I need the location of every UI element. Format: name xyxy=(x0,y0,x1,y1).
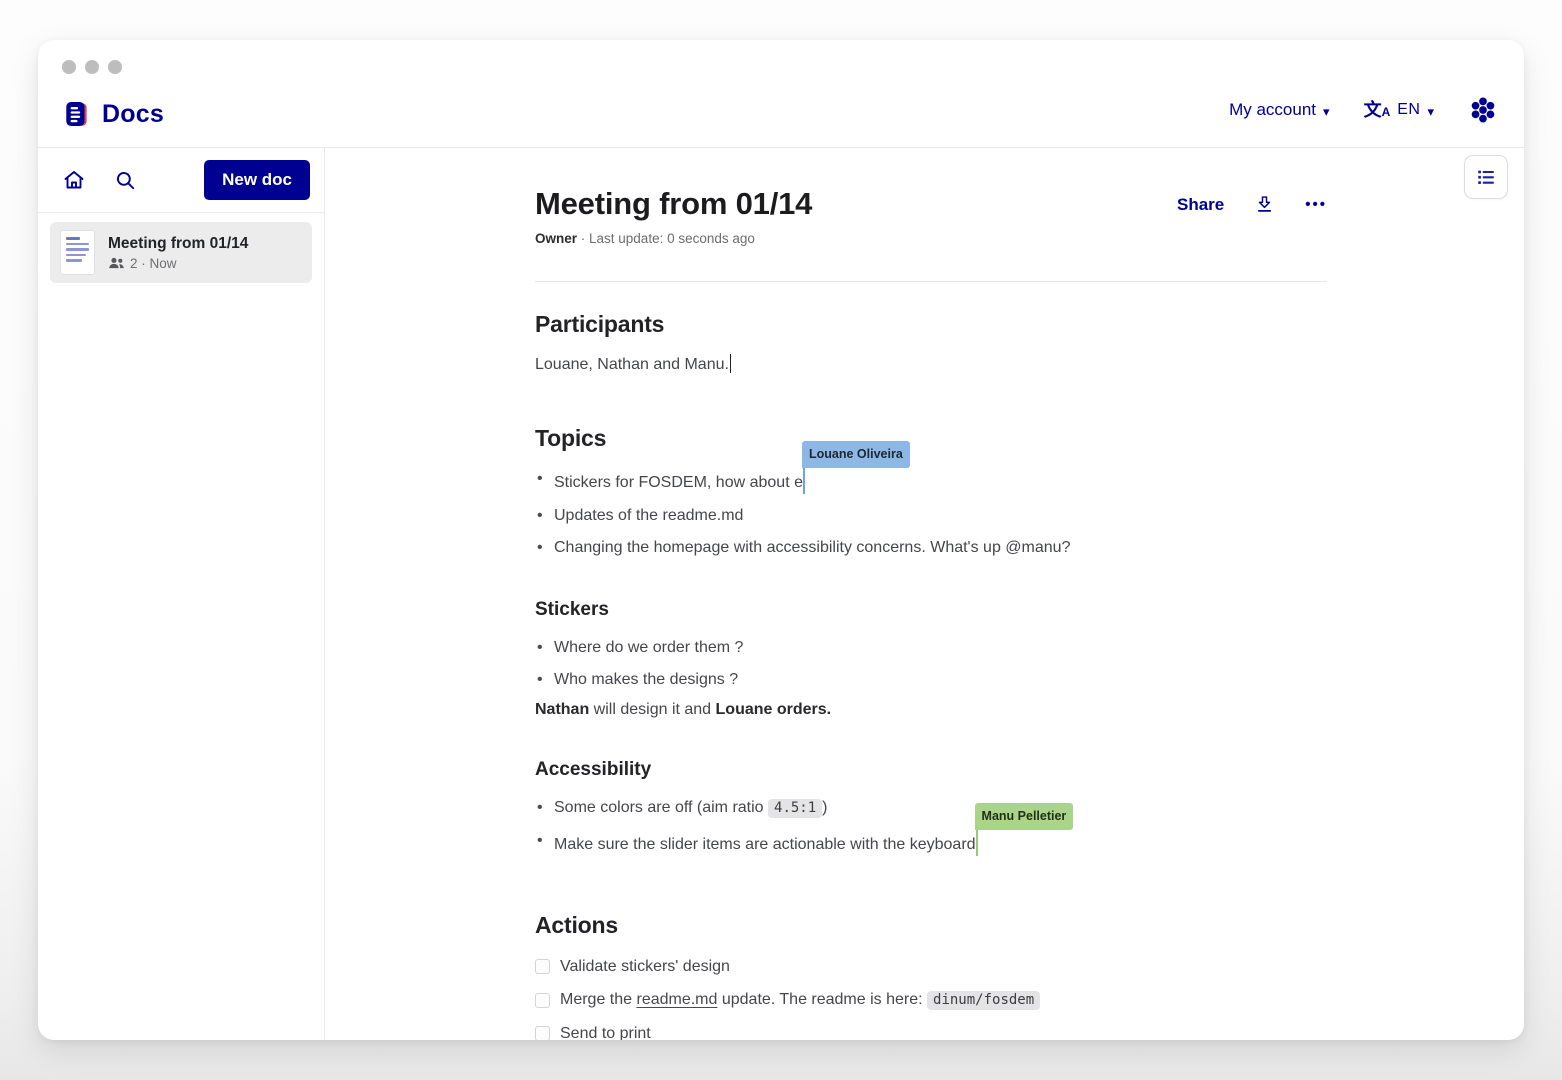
checkbox-unchecked[interactable] xyxy=(535,993,550,1008)
search-icon xyxy=(114,169,137,192)
stickers-note[interactable]: Nathan will design it and Louane orders. xyxy=(535,701,1327,719)
sidebar: New doc Meeting from 01/14 xyxy=(38,148,325,1040)
section-heading-stickers: Stickers xyxy=(535,599,1327,621)
app-logo[interactable]: Docs xyxy=(62,99,164,147)
traffic-dot xyxy=(85,60,99,74)
language-selector[interactable]: 文A EN ▾ xyxy=(1364,101,1434,119)
chevron-down-icon: ▾ xyxy=(1323,105,1330,118)
list-item[interactable]: Changing the homepage with accessibility… xyxy=(535,537,1327,558)
download-icon xyxy=(1254,194,1275,215)
docs-logo-icon xyxy=(62,99,92,129)
collab-cursor-louane: Louane Oliveira xyxy=(803,468,806,494)
readme-link[interactable]: readme.md xyxy=(636,991,717,1008)
header-divider xyxy=(535,281,1327,282)
doc-list-item[interactable]: Meeting from 01/14 2 · Now xyxy=(50,222,312,283)
app-header: Docs My account ▾ 文A EN ▾ xyxy=(38,40,1524,148)
list-item[interactable]: Make sure the slider items are actionabl… xyxy=(535,830,1327,856)
table-of-contents-button[interactable] xyxy=(1464,155,1508,199)
doc-item-meta: 2 · Now xyxy=(130,256,177,271)
my-account-label: My account xyxy=(1229,100,1316,120)
participants-text[interactable]: Louane, Nathan and Manu. xyxy=(535,354,1327,375)
waffle-icon xyxy=(1468,95,1498,125)
people-icon xyxy=(108,256,125,270)
collab-cursor-label: Louane Oliveira xyxy=(802,441,910,468)
inline-code: dinum/fosdem xyxy=(927,991,1040,1010)
list-item[interactable]: Where do we order them ? xyxy=(535,637,1327,658)
list-item[interactable]: Some colors are off (aim ratio 4.5:1) xyxy=(535,797,1327,819)
editor-main: Meeting from 01/14 Share ••• Owner xyxy=(325,148,1524,1040)
collab-cursor-manu: Manu Pelletier xyxy=(976,830,979,856)
traffic-dot xyxy=(108,60,122,74)
download-button[interactable] xyxy=(1254,194,1275,215)
section-heading-participants: Participants xyxy=(535,311,1327,338)
actions-checklist: Validate stickers' design Merge the read… xyxy=(535,956,1327,1040)
traffic-dot xyxy=(62,60,76,74)
doc-list: Meeting from 01/14 2 · Now xyxy=(38,213,324,292)
text-caret xyxy=(730,354,732,373)
doc-meta-line: Owner · Last update: 0 seconds ago xyxy=(535,231,1327,246)
share-button[interactable]: Share xyxy=(1177,195,1224,215)
search-button[interactable] xyxy=(114,169,137,192)
window-traffic-dots xyxy=(62,60,122,74)
checkbox-unchecked[interactable] xyxy=(535,1026,550,1040)
checklist-item: Validate stickers' design xyxy=(535,956,1327,977)
accessibility-list: Some colors are off (aim ratio 4.5:1) Ma… xyxy=(535,797,1327,856)
stickers-list: Where do we order them ? Who makes the d… xyxy=(535,637,1327,690)
checklist-item: Merge the readme.md update. The readme i… xyxy=(535,989,1327,1011)
doc-item-title: Meeting from 01/14 xyxy=(108,235,248,252)
checklist-label[interactable]: Merge the readme.md update. The readme i… xyxy=(560,989,1040,1011)
checkbox-unchecked[interactable] xyxy=(535,959,550,974)
more-options-button[interactable]: ••• xyxy=(1305,196,1327,213)
section-heading-actions: Actions xyxy=(535,912,1327,939)
topics-list: Stickers for FOSDEM, how about eLouane O… xyxy=(535,468,1327,558)
list-item[interactable]: Stickers for FOSDEM, how about eLouane O… xyxy=(535,468,1327,494)
new-doc-button[interactable]: New doc xyxy=(204,160,310,200)
list-item[interactable]: Who makes the designs ? xyxy=(535,669,1327,690)
checklist-label[interactable]: Send to print xyxy=(560,1023,651,1040)
app-window: Docs My account ▾ 文A EN ▾ xyxy=(38,40,1524,1040)
chevron-down-icon: ▾ xyxy=(1427,105,1434,118)
section-heading-topics: Topics xyxy=(535,425,1327,452)
home-button[interactable] xyxy=(62,168,86,192)
list-item[interactable]: Updates of the readme.md xyxy=(535,505,1327,526)
document-editor[interactable]: Meeting from 01/14 Share ••• Owner xyxy=(535,148,1327,1040)
language-code: EN xyxy=(1397,101,1420,119)
inline-code: 4.5:1 xyxy=(768,799,822,818)
my-account-menu[interactable]: My account ▾ xyxy=(1229,100,1329,120)
section-heading-accessibility: Accessibility xyxy=(535,759,1327,781)
list-icon xyxy=(1475,166,1497,188)
checklist-item: Send to print xyxy=(535,1023,1327,1040)
la-suite-waffle-button[interactable] xyxy=(1468,95,1498,125)
home-icon xyxy=(62,168,86,192)
brand-name: Docs xyxy=(102,100,164,129)
doc-title[interactable]: Meeting from 01/14 xyxy=(535,186,812,222)
translate-icon: 文A xyxy=(1364,101,1391,119)
owner-badge: Owner xyxy=(535,231,577,246)
doc-thumbnail-icon xyxy=(60,230,95,275)
collab-cursor-label: Manu Pelletier xyxy=(975,803,1074,830)
checklist-label[interactable]: Validate stickers' design xyxy=(560,956,730,977)
